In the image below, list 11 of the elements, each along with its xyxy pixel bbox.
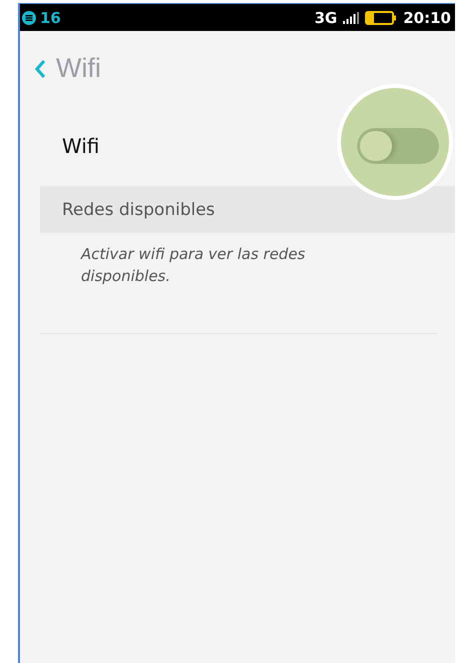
section-title: Redes disponibles <box>62 200 215 220</box>
wifi-label: Wifi <box>62 134 100 158</box>
notification-count: 16 <box>40 8 61 26</box>
page-title: Wifi <box>56 53 101 84</box>
battery-icon <box>365 10 398 24</box>
clock-time: 20:10 <box>403 8 451 26</box>
back-icon[interactable] <box>34 58 46 78</box>
signal-icon <box>343 12 360 24</box>
info-message: Activar wifi para ver las redes disponibles. <box>81 244 306 287</box>
network-type: 3G <box>314 8 338 26</box>
wifi-toggle[interactable] <box>357 128 439 164</box>
